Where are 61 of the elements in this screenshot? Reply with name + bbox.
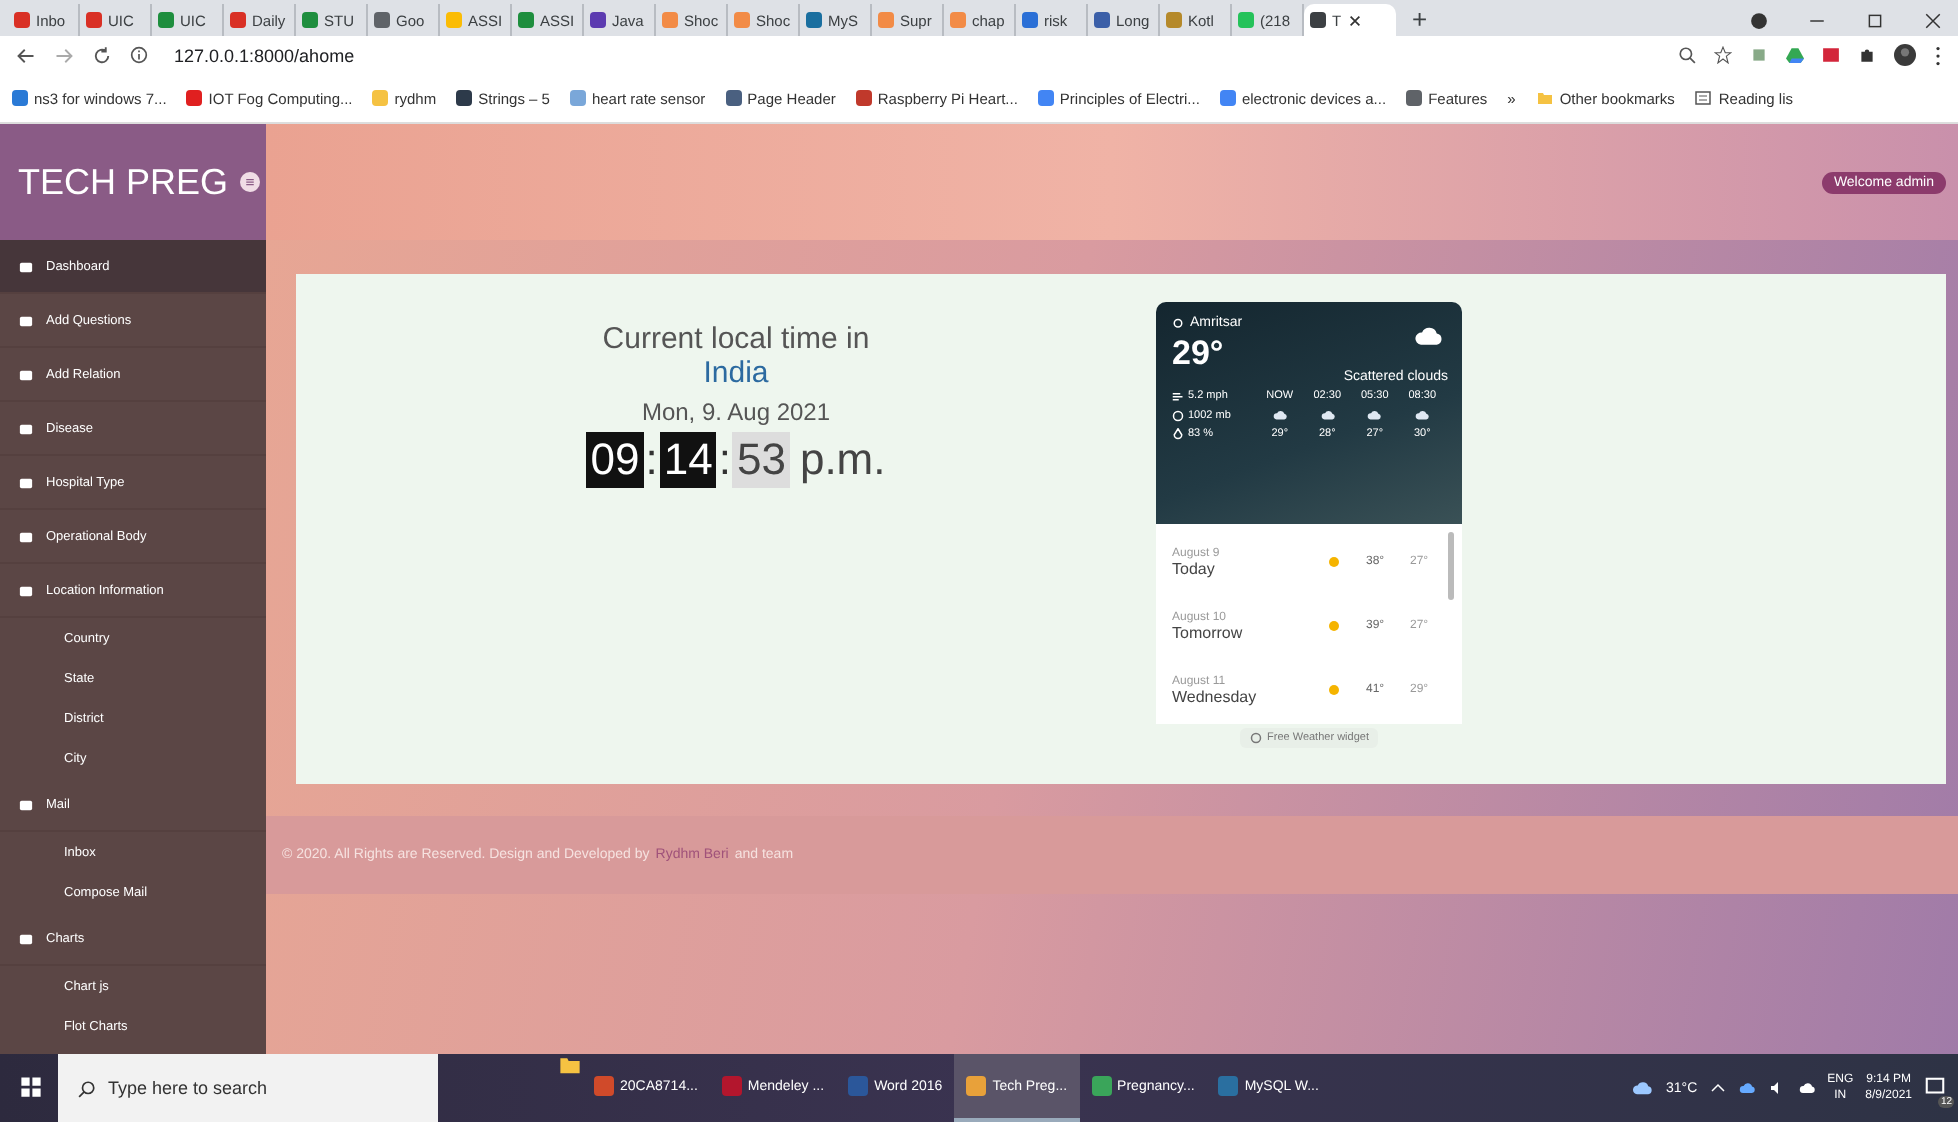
close-icon	[1347, 13, 1362, 27]
close-icon	[1924, 11, 1942, 29]
menu-item-icon	[18, 367, 34, 381]
cloud-icon	[1271, 408, 1288, 422]
cloud-icon	[1319, 408, 1336, 422]
extension-icon	[1750, 46, 1768, 64]
cloud-icon	[1366, 408, 1383, 422]
cloud-icon	[1797, 1080, 1816, 1096]
sun-icon	[1326, 554, 1342, 570]
scrollbar-thumb[interactable]	[1448, 532, 1454, 600]
clock-period: p.m.	[799, 434, 886, 486]
menu-item-icon	[18, 259, 34, 273]
wind-icon	[1172, 390, 1184, 402]
menu-item-icon	[18, 797, 34, 811]
forecast-day: Today	[1172, 559, 1326, 577]
menu-item-icon	[18, 421, 34, 435]
taskbar-search-field[interactable]: Type here to search	[58, 1054, 438, 1122]
menu-icon	[1934, 45, 1942, 65]
clock-digits: 14	[659, 432, 717, 488]
weather-icon	[1629, 1078, 1654, 1098]
menu-item-icon	[18, 583, 34, 597]
menu-item-icon	[18, 475, 34, 489]
maximize-icon	[1866, 11, 1884, 29]
cloud-icon	[1412, 322, 1444, 350]
notification-icon	[1924, 1075, 1946, 1097]
drive-icon	[1786, 46, 1804, 64]
extension-icon	[1822, 46, 1840, 64]
chevron-icon	[1709, 1080, 1726, 1096]
address-field[interactable]: 127.0.0.1:8000/ahome	[174, 45, 355, 65]
forecast-day: Wednesday	[1172, 687, 1326, 705]
clock-separator: :	[643, 434, 660, 486]
cloud-icon	[1414, 408, 1431, 422]
avatar-icon	[1894, 44, 1916, 66]
zoom-icon	[1678, 46, 1696, 64]
clock-date: Mon, 9. Aug 2021	[641, 398, 831, 426]
star-icon	[1714, 46, 1732, 64]
clock-heading: Current local time in	[602, 322, 870, 356]
new-tab-button[interactable]: +	[1412, 4, 1428, 36]
search-icon	[78, 1079, 96, 1097]
current-temperature: 29°	[1172, 334, 1224, 374]
logo-text: TECH PREG	[18, 161, 229, 203]
drop-icon	[1172, 428, 1184, 440]
back-icon	[16, 45, 36, 65]
list-icon	[1694, 90, 1713, 106]
forecast-day: Tomorrow	[1172, 623, 1326, 641]
sun-icon	[1326, 618, 1342, 634]
folder-icon	[1535, 90, 1554, 106]
clock-digits: 53	[732, 432, 790, 488]
country-link[interactable]: India	[703, 356, 769, 390]
menu-item-icon	[18, 529, 34, 543]
reload-icon	[92, 45, 112, 65]
clock-digits: 09	[586, 432, 644, 488]
info-icon	[130, 46, 148, 64]
menu-item-icon	[18, 313, 34, 327]
menu-item-icon	[18, 931, 34, 945]
cloud-icon	[1737, 1080, 1756, 1096]
windows-icon	[20, 1075, 42, 1097]
toggle-icon	[240, 172, 261, 192]
sun-icon	[1326, 682, 1342, 698]
forward-icon	[54, 45, 74, 65]
clock-separator: :	[716, 434, 733, 486]
